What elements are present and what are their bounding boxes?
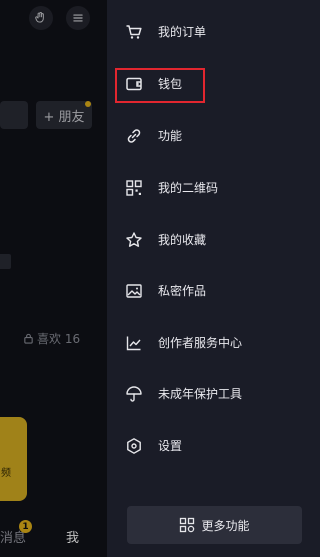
messages-badge: 1 — [19, 520, 32, 533]
edit-profile-chip[interactable] — [0, 101, 28, 129]
menu-item-wallet[interactable]: 钱包 — [107, 64, 320, 104]
menu-item-label: 我的二维码 — [158, 181, 219, 195]
add-friend-chip[interactable]: + 朋友 — [36, 101, 92, 129]
promo-card-text: 频 — [1, 468, 11, 479]
likes-label: 喜欢 16 — [37, 332, 81, 346]
qr-code-icon — [125, 179, 143, 197]
side-drawer: 我的订单 钱包 功能 我的二维码 我的收藏 私密作品 创作者服务中心 未成年保护… — [107, 0, 320, 557]
menu-item-label: 我的订单 — [158, 25, 207, 39]
menu-item-favorites[interactable]: 我的收藏 — [107, 220, 320, 260]
menu-item-minor-protection[interactable]: 未成年保护工具 — [107, 374, 320, 414]
grid-icon — [180, 517, 195, 533]
menu-button[interactable] — [66, 6, 90, 30]
promo-card[interactable]: 频 — [0, 417, 27, 501]
menu-item-label: 功能 — [158, 129, 183, 143]
tab-me[interactable]: 我 — [66, 527, 79, 546]
menu-item-orders[interactable]: 我的订单 — [107, 12, 320, 52]
cart-icon — [125, 23, 143, 41]
link-icon — [125, 127, 143, 145]
wallet-icon — [125, 75, 143, 93]
chart-icon — [125, 334, 143, 352]
menu-item-settings[interactable]: 设置 — [107, 426, 320, 466]
profile-background: + 朋友 喜欢 16 频 消息 1 我 — [0, 0, 107, 557]
profile-tag — [0, 254, 11, 269]
menu-item-label: 钱包 — [158, 77, 183, 91]
likes-tab[interactable]: 喜欢 16 — [23, 330, 80, 347]
menu-item-qr-code[interactable]: 我的二维码 — [107, 168, 320, 208]
hand-icon-button[interactable] — [29, 6, 53, 30]
hamburger-icon — [73, 14, 83, 22]
star-icon — [125, 231, 143, 249]
lock-icon — [24, 333, 33, 344]
menu-item-private-works[interactable]: 私密作品 — [107, 271, 320, 311]
menu-item-label: 创作者服务中心 — [158, 336, 243, 350]
more-features-button[interactable]: 更多功能 — [127, 506, 302, 544]
umbrella-icon — [125, 385, 143, 403]
image-icon — [125, 282, 143, 300]
menu-item-label: 设置 — [158, 439, 183, 453]
more-features-label: 更多功能 — [201, 518, 250, 533]
menu-item-label: 未成年保护工具 — [158, 387, 243, 401]
menu-item-features[interactable]: 功能 — [107, 116, 320, 156]
menu-item-label: 私密作品 — [158, 284, 207, 298]
menu-item-creator-center[interactable]: 创作者服务中心 — [107, 323, 320, 363]
menu-item-label: 我的收藏 — [158, 233, 207, 247]
hand-icon — [35, 11, 44, 23]
add-friend-label: + 朋友 — [43, 109, 85, 125]
notify-dot — [85, 101, 91, 107]
settings-icon — [125, 437, 143, 455]
